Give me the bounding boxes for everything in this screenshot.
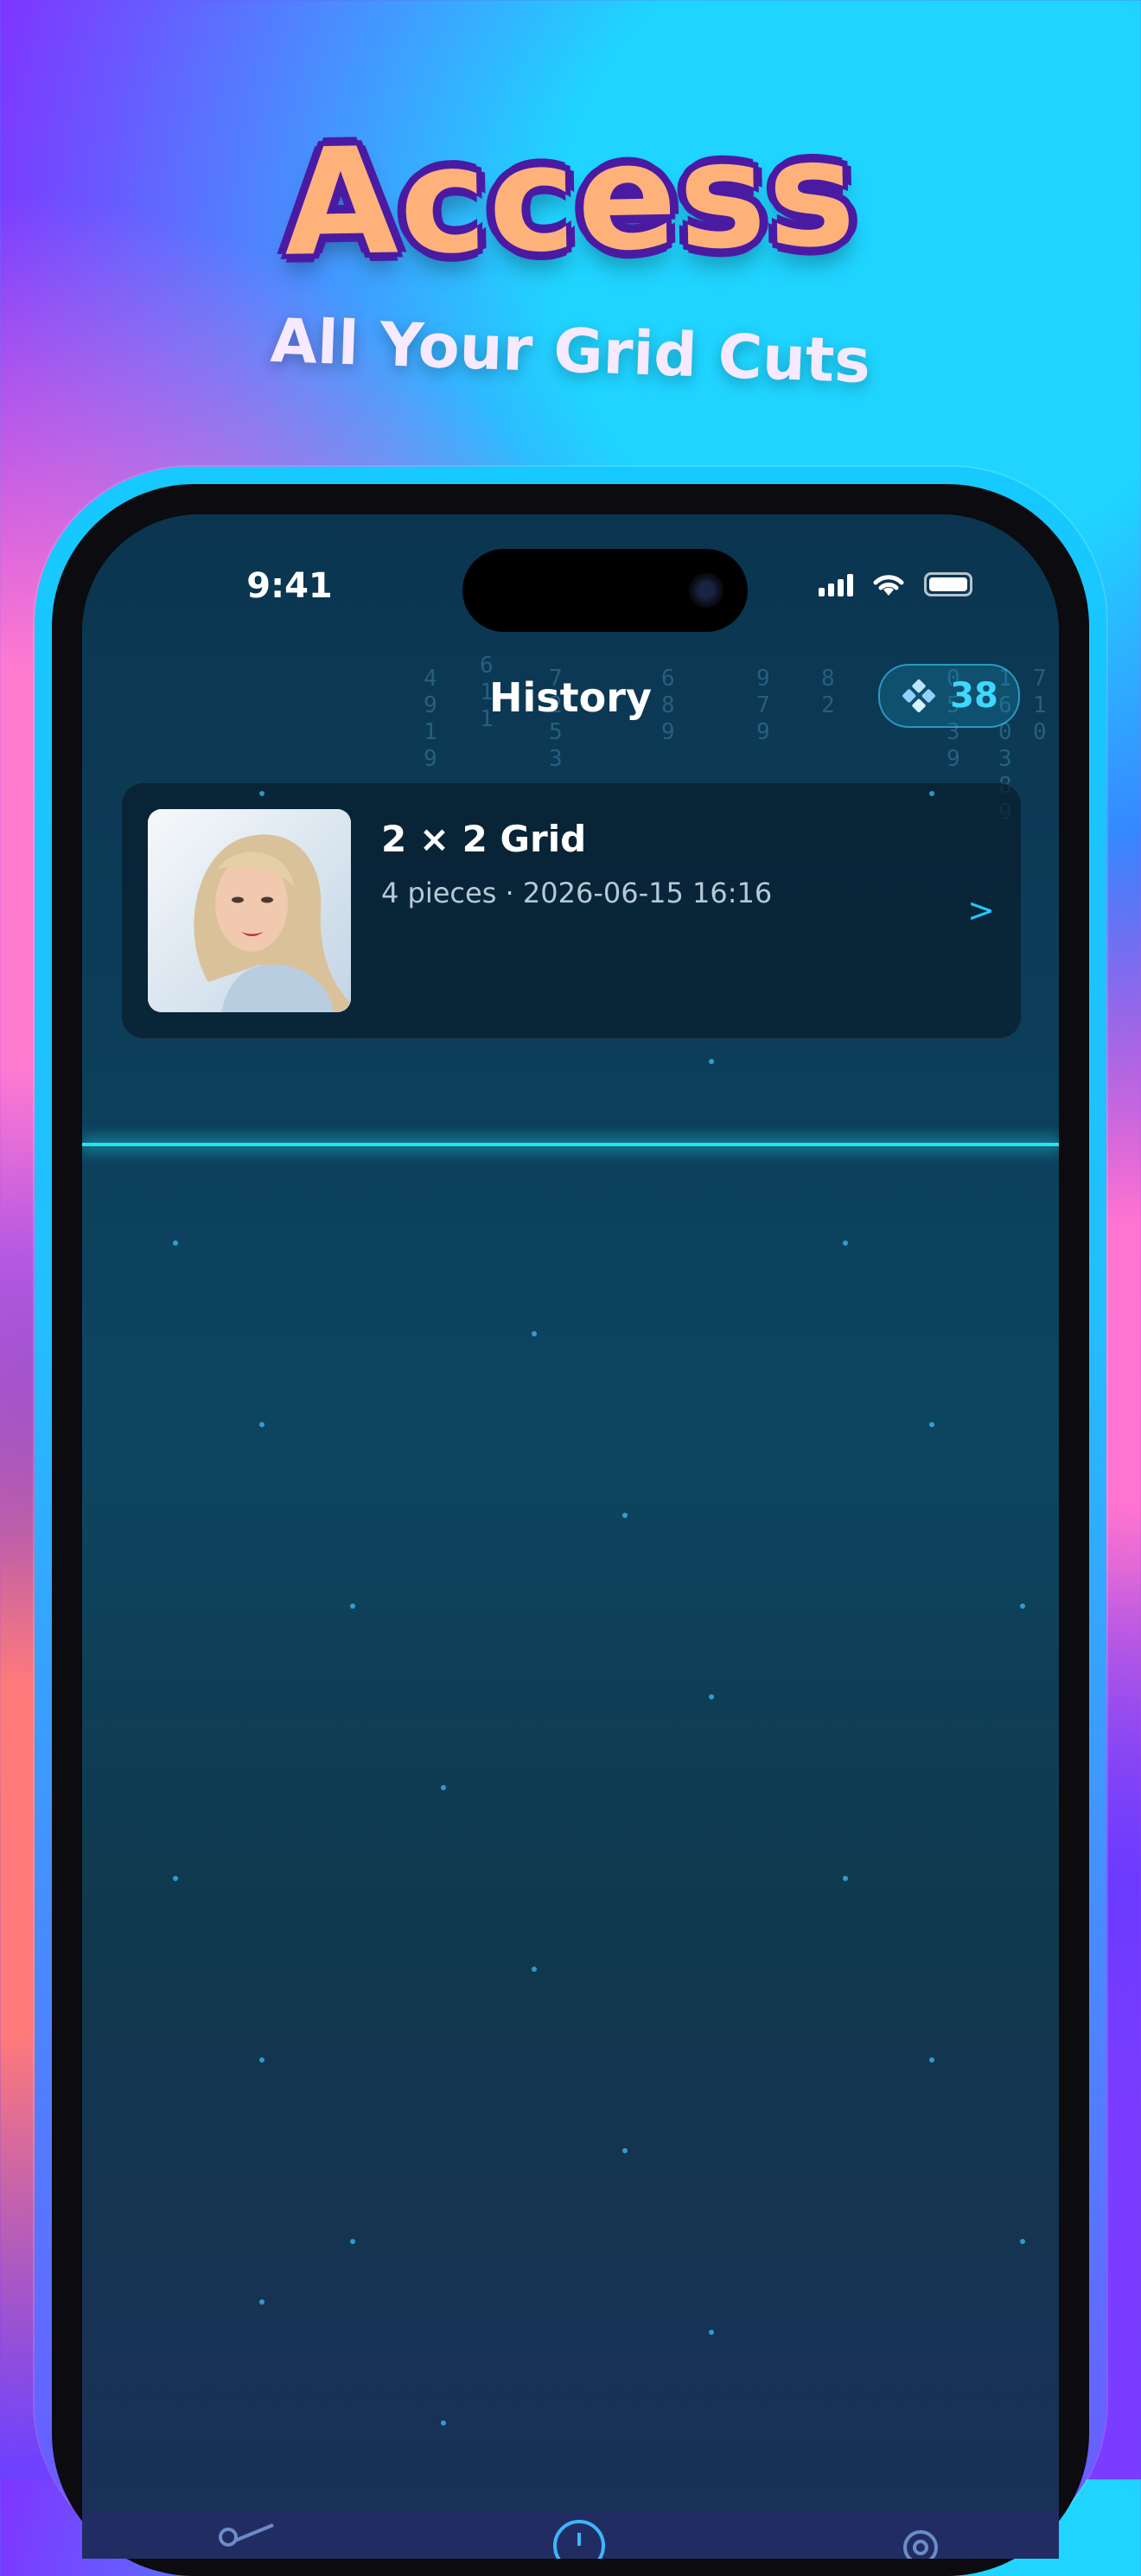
app-screen: 9:41 4919 611 7253 689 979 82 0539 16038… bbox=[82, 514, 1059, 2559]
history-item-meta: 4 pieces · 2026-06-15 16:16 bbox=[381, 877, 773, 909]
status-icons bbox=[819, 571, 972, 597]
battery-icon bbox=[924, 572, 972, 596]
status-time: 9:41 bbox=[246, 566, 333, 606]
decor-dot bbox=[441, 1785, 446, 1790]
decor-dot bbox=[441, 2420, 446, 2426]
decor-dot bbox=[709, 2330, 714, 2335]
gear-icon[interactable] bbox=[890, 2520, 951, 2559]
decor-dot bbox=[173, 1240, 178, 1246]
decor-dot bbox=[1020, 1604, 1025, 1609]
decor-dot bbox=[929, 791, 934, 796]
decor-dot bbox=[843, 1240, 848, 1246]
clock-icon[interactable] bbox=[549, 2515, 609, 2559]
history-item[interactable]: 2 × 2 Grid 4 pieces · 2026-06-15 16:16 > bbox=[121, 782, 1022, 1039]
decor-dot bbox=[622, 1513, 628, 1518]
dynamic-island bbox=[462, 549, 748, 632]
credits-badge[interactable]: 38 bbox=[878, 664, 1020, 728]
tab-bar bbox=[82, 2511, 1059, 2559]
chevron-right-icon: > bbox=[967, 891, 995, 929]
decor-dot bbox=[532, 1967, 537, 1972]
decor-dot bbox=[622, 2148, 628, 2153]
diamond-grid-icon bbox=[902, 679, 936, 712]
wifi-icon bbox=[873, 575, 904, 596]
decor-dot bbox=[843, 1876, 848, 1881]
decor-dot bbox=[709, 1694, 714, 1699]
decor-dot bbox=[259, 2057, 265, 2063]
phone-frame: 9:41 4919 611 7253 689 979 82 0539 16038… bbox=[35, 467, 1106, 2576]
decor-dot bbox=[1020, 2239, 1025, 2244]
history-thumbnail bbox=[148, 809, 351, 1012]
credits-count: 38 bbox=[950, 676, 998, 716]
history-item-title: 2 × 2 Grid bbox=[381, 818, 587, 860]
camera-icon bbox=[689, 573, 723, 608]
decor-dot bbox=[259, 1422, 265, 1427]
hero-title: Access bbox=[282, 108, 859, 290]
decor-dot bbox=[532, 1331, 537, 1336]
hero-subtitle: All Your Grid Cuts bbox=[269, 304, 872, 398]
decor-dot bbox=[929, 1422, 934, 1427]
decor-dot bbox=[173, 1876, 178, 1881]
decor-dot bbox=[259, 2299, 265, 2305]
decor-dot bbox=[350, 2239, 355, 2244]
decor-dot bbox=[350, 1604, 355, 1609]
decor-dot bbox=[709, 1059, 714, 1064]
decor-dot bbox=[259, 791, 265, 796]
scissors-icon[interactable] bbox=[216, 2520, 277, 2559]
signal-icon bbox=[819, 572, 853, 596]
scan-line bbox=[82, 1143, 1059, 1146]
decor-dot bbox=[929, 2057, 934, 2063]
